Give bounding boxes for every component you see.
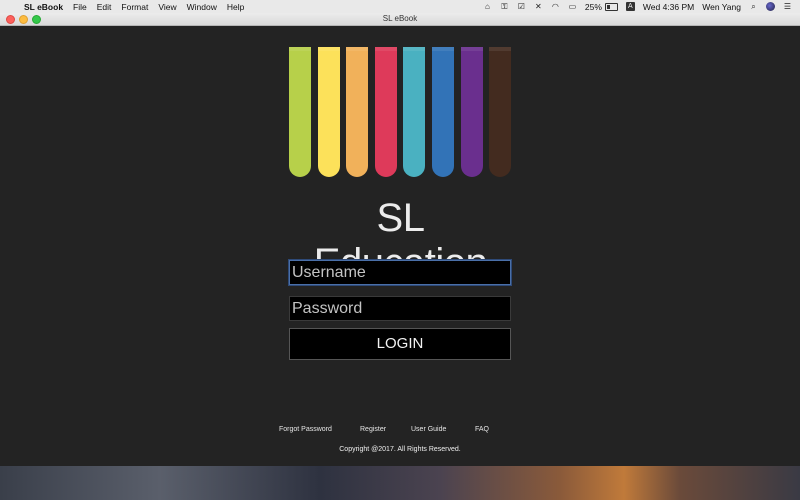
close-button[interactable] xyxy=(6,15,15,24)
logo-book xyxy=(374,47,397,177)
logo-book xyxy=(317,47,340,177)
menu-help[interactable]: Help xyxy=(227,2,244,12)
menu-bar: SL eBook File Edit Format View Window He… xyxy=(0,0,800,14)
maximize-button[interactable] xyxy=(32,15,41,24)
battery-status[interactable]: 25% xyxy=(585,2,618,12)
tools-icon[interactable]: ✕ xyxy=(534,2,543,11)
faq-link[interactable]: FAQ xyxy=(475,426,489,433)
user-name[interactable]: Wen Yang xyxy=(702,2,741,12)
window-title: SL eBook xyxy=(382,14,418,23)
logo-book xyxy=(289,47,311,177)
airplay-icon[interactable]: ▭ xyxy=(568,2,577,11)
logo-book xyxy=(460,47,483,177)
menu-edit[interactable]: Edit xyxy=(97,2,112,12)
menu-file[interactable]: File xyxy=(73,2,87,12)
desktop-wallpaper xyxy=(0,466,800,500)
username-input[interactable] xyxy=(289,260,511,285)
battery-percent: 25% xyxy=(584,1,602,12)
books-logo xyxy=(289,47,512,192)
logo-book xyxy=(346,47,369,177)
user-guide-link[interactable]: User Guide xyxy=(411,426,446,433)
forgot-password-link[interactable]: Forgot Password xyxy=(279,426,332,433)
clock[interactable]: Wed 4:36 PM xyxy=(643,2,694,12)
siri-icon[interactable] xyxy=(766,2,775,11)
key-icon[interactable]: ⚿ xyxy=(500,2,509,11)
menu-view[interactable]: View xyxy=(158,2,176,12)
logo-book xyxy=(489,47,512,177)
minimize-button[interactable] xyxy=(19,15,28,24)
window-titlebar: SL eBook xyxy=(0,13,800,26)
password-input[interactable] xyxy=(289,296,511,321)
input-source-icon[interactable]: A xyxy=(625,2,635,11)
logo-book xyxy=(403,47,426,177)
notification-center-icon[interactable]: ☰ xyxy=(783,2,792,11)
wifi-icon[interactable]: ◠ xyxy=(551,2,560,11)
menu-app-name[interactable]: SL eBook xyxy=(24,2,63,12)
copyright-text: Copyright @2017. All Rights Reserved. xyxy=(339,446,461,453)
menu-window[interactable]: Window xyxy=(187,2,217,12)
battery-icon xyxy=(604,2,618,11)
menu-format[interactable]: Format xyxy=(121,2,148,12)
login-button[interactable]: LOGIN xyxy=(289,328,511,360)
checkbox-icon[interactable]: ☑ xyxy=(517,2,526,11)
register-link[interactable]: Register xyxy=(360,426,386,433)
spotlight-icon[interactable]: ⌕ xyxy=(749,2,758,11)
airdrop-icon[interactable]: ⌂ xyxy=(483,2,492,11)
logo-book xyxy=(432,47,454,177)
